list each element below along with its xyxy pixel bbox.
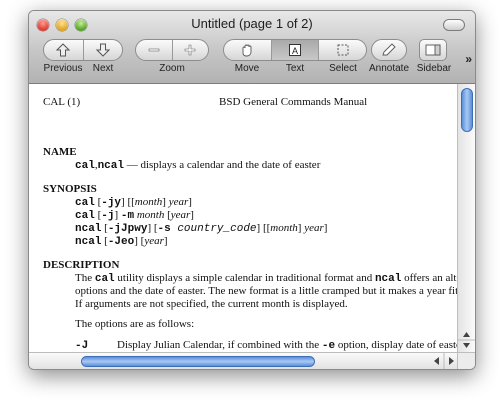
description-heading: DESCRIPTION <box>43 259 120 271</box>
horizontal-scrollbar[interactable] <box>29 352 458 369</box>
window-title: Untitled (page 1 of 2) <box>191 16 313 31</box>
pencil-icon <box>382 43 396 56</box>
scroll-down-arrow-icon <box>463 343 470 348</box>
man-header-left: CAL (1) <box>43 96 81 108</box>
select-label: Select <box>329 63 357 74</box>
man-header-center: BSD General Commands Manual <box>219 96 368 108</box>
scroll-left-arrow-icon <box>434 357 439 365</box>
arrow-down-icon <box>95 43 110 57</box>
annotate-button[interactable] <box>371 39 407 61</box>
annotate-label: Annotate <box>368 63 410 74</box>
synopsis-heading: SYNOPSIS <box>43 183 97 195</box>
synopsis-line-3: ncal [-jJpwy] [-s country_code] [[month]… <box>75 222 328 235</box>
resize-corner[interactable] <box>457 352 475 369</box>
toolbar-toggle-button[interactable] <box>443 19 465 31</box>
text-label: Text <box>285 63 305 74</box>
plus-icon <box>184 44 196 56</box>
scroll-up-arrow-icon <box>463 332 470 337</box>
arrow-up-icon <box>56 43 71 57</box>
toolbar-overflow-button[interactable]: » <box>465 52 472 66</box>
zoom-in-button[interactable] <box>173 40 209 60</box>
hand-icon <box>242 44 252 57</box>
description-line-3: If arguments are not specified, the curr… <box>75 298 348 310</box>
vertical-scrollbar[interactable] <box>457 84 475 353</box>
text-tool-button[interactable]: A <box>271 40 320 60</box>
next-label: Next <box>92 63 114 74</box>
sidebar-label: Sidebar <box>416 63 452 74</box>
minus-icon <box>148 48 160 52</box>
previous-button[interactable] <box>44 40 84 60</box>
sidebar-icon <box>425 44 441 56</box>
options-intro: The options are as follows: <box>75 318 195 330</box>
next-button[interactable] <box>84 40 123 60</box>
selection-icon <box>337 44 349 56</box>
svg-text:A: A <box>292 46 298 56</box>
name-line: cal,ncal — displays a calendar and the d… <box>75 159 321 172</box>
synopsis-line-2: cal [-j] -m month [year] <box>75 209 194 222</box>
vertical-scroll-thumb[interactable] <box>461 88 473 132</box>
scroll-right-arrow-icon <box>449 357 454 365</box>
document-page: CAL (1) BSD General Commands Manual NAME… <box>29 84 457 353</box>
move-label: Move <box>234 63 260 74</box>
previous-label: Previous <box>43 63 83 74</box>
select-tool-button[interactable] <box>319 40 366 60</box>
description-line-2: options and the date of easter. The new … <box>75 285 457 297</box>
description-line-1: The cal utility displays a simple calend… <box>75 272 457 285</box>
page-nav-control <box>43 39 123 61</box>
zoom-control <box>135 39 209 61</box>
horizontal-scroll-thumb[interactable] <box>81 356 315 367</box>
tool-mode-control: A <box>223 39 367 61</box>
title-bar: Untitled (page 1 of 2) Previous Next Zoo… <box>29 11 475 84</box>
move-tool-button[interactable] <box>224 40 272 60</box>
vertical-scroll-arrows <box>458 327 475 353</box>
option-j-line: -J <box>75 340 89 352</box>
zoom-label: Zoom <box>159 63 185 74</box>
preview-window: Untitled (page 1 of 2) Previous Next Zoo… <box>28 10 476 370</box>
text-tool-icon: A <box>289 44 301 56</box>
zoom-out-button[interactable] <box>136 40 173 60</box>
horizontal-scroll-arrows <box>430 353 458 369</box>
synopsis-line-4: ncal [-Jeo] [year] <box>75 235 168 248</box>
option-j-description: Display Julian Calendar, if combined wit… <box>117 339 457 352</box>
sidebar-button[interactable] <box>419 39 447 61</box>
name-heading: NAME <box>43 146 77 158</box>
synopsis-line-1: cal [-jy] [[month] year] <box>75 196 192 209</box>
